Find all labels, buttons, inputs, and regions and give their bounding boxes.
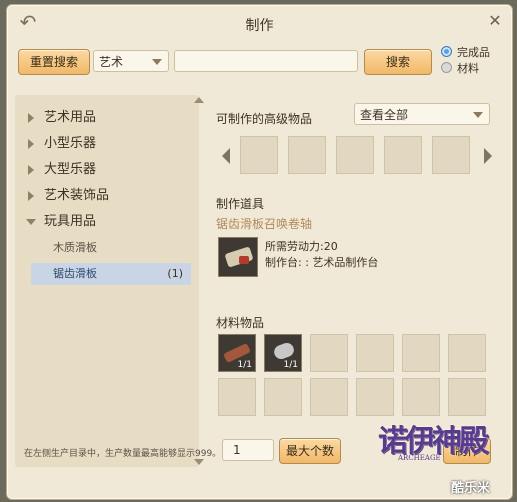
material-slot[interactable]	[310, 378, 348, 416]
material-slot[interactable]	[356, 378, 394, 416]
recipe-name: 锯齿滑板召唤卷轴	[216, 217, 313, 231]
category-select[interactable]: 艺术	[93, 50, 169, 72]
chevron-right-icon	[28, 191, 34, 201]
tree-category-large-instruments[interactable]: 大型乐器	[15, 158, 199, 182]
tree-category-label: 艺术用品	[44, 110, 97, 125]
footer-note: 在左侧生产目录中，生产数量最高能够显示999。	[24, 449, 222, 459]
max-quantity-button[interactable]: 最大个数	[279, 438, 341, 464]
close-icon[interactable]: ✕	[486, 12, 504, 30]
tree-subitem-label: 木质滑板	[53, 241, 97, 254]
scroll-seal	[239, 256, 249, 264]
search-button[interactable]: 搜索	[364, 49, 432, 75]
scroll-down-icon[interactable]	[194, 459, 204, 465]
tree-scrollbar[interactable]	[194, 97, 204, 465]
craftable-slot[interactable]	[240, 136, 278, 174]
craftable-slot[interactable]	[384, 136, 422, 174]
view-all-select-value: 查看全部	[360, 108, 409, 122]
tree-category-label: 小型乐器	[44, 136, 97, 151]
title-bar: ↶ 制作 ✕	[7, 5, 512, 41]
materials-label: 材料物品	[216, 316, 265, 330]
radio-selected-icon	[441, 46, 452, 57]
chevron-right-icon	[28, 139, 34, 149]
material-slot[interactable]	[402, 334, 440, 372]
tree-subitem-wooden-skateboard[interactable]: 木质滑板	[15, 237, 199, 259]
chevron-down-icon	[26, 219, 36, 225]
tree-category-label: 玩具用品	[44, 214, 97, 229]
tree-category-label: 艺术装饰品	[44, 188, 110, 203]
tree-category-label: 大型乐器	[44, 162, 97, 177]
material-slot[interactable]	[264, 378, 302, 416]
tree-subitem-count: (1)	[167, 267, 183, 280]
material-slot[interactable]	[356, 334, 394, 372]
category-tree-panel: 艺术用品 小型乐器 大型乐器 艺术装饰品 玩具用品 木质滑板 锯齿滑板 (1)	[15, 95, 199, 467]
tree-category-art-decorations[interactable]: 艺术装饰品	[15, 184, 199, 208]
material-slot[interactable]	[310, 334, 348, 372]
material-quantity: 1/1	[237, 360, 252, 370]
scroll-up-icon[interactable]	[194, 97, 204, 103]
quantity-input[interactable]: 1	[222, 439, 274, 461]
material-quantity: 1/1	[283, 360, 298, 370]
craftable-slot[interactable]	[288, 136, 326, 174]
wheel-icon[interactable]: 1/1	[264, 334, 302, 372]
material-slot[interactable]	[402, 378, 440, 416]
reset-search-button[interactable]: 重置搜索	[18, 49, 90, 75]
crafting-station: 制作台: : 艺术品制作台	[265, 256, 379, 269]
chevron-right-icon	[28, 165, 34, 175]
crafting-tool-label: 制作道具	[216, 197, 265, 211]
tree-category-small-instruments[interactable]: 小型乐器	[15, 132, 199, 156]
site-watermark: 酷乐米	[451, 481, 491, 496]
window-title: 制作	[245, 18, 274, 34]
logo-subtitle: ARCHEAGE	[398, 454, 441, 462]
chevron-right-icon	[28, 113, 34, 123]
archeage-logo: 诺伊神殿 ARCHEAGE	[378, 414, 489, 484]
tree-subitem-saw-skateboard[interactable]: 锯齿滑板 (1)	[31, 263, 191, 285]
radio-label: 材料	[457, 62, 479, 75]
material-slot[interactable]	[218, 378, 256, 416]
radio-finished-product[interactable]: 完成品	[441, 46, 490, 60]
category-select-value: 艺术	[99, 55, 124, 69]
material-slot[interactable]	[448, 334, 486, 372]
scroll-icon[interactable]	[218, 237, 258, 277]
chevron-down-icon	[473, 112, 483, 118]
radio-label: 完成品	[457, 46, 490, 59]
tree-subitem-label: 锯齿滑板	[53, 267, 97, 280]
tree-category-toys[interactable]: 玩具用品	[15, 210, 199, 234]
carousel-prev-icon[interactable]	[222, 148, 230, 164]
craftable-slot[interactable]	[432, 136, 470, 174]
search-input[interactable]	[174, 50, 358, 72]
labor-cost: 所需劳动力:20	[265, 240, 338, 253]
chevron-down-icon	[152, 59, 162, 65]
material-slot[interactable]	[448, 378, 486, 416]
plank-icon[interactable]: 1/1	[218, 334, 256, 372]
view-all-select[interactable]: 查看全部	[354, 103, 490, 125]
radio-unselected-icon	[441, 62, 452, 73]
craftable-slot[interactable]	[336, 136, 374, 174]
tree-category-art-supplies[interactable]: 艺术用品	[15, 106, 199, 130]
radio-material[interactable]: 材料	[441, 62, 479, 76]
craftable-items-label: 可制作的高级物品	[216, 112, 313, 126]
carousel-next-icon[interactable]	[484, 148, 492, 164]
wheel-shape	[272, 341, 296, 361]
